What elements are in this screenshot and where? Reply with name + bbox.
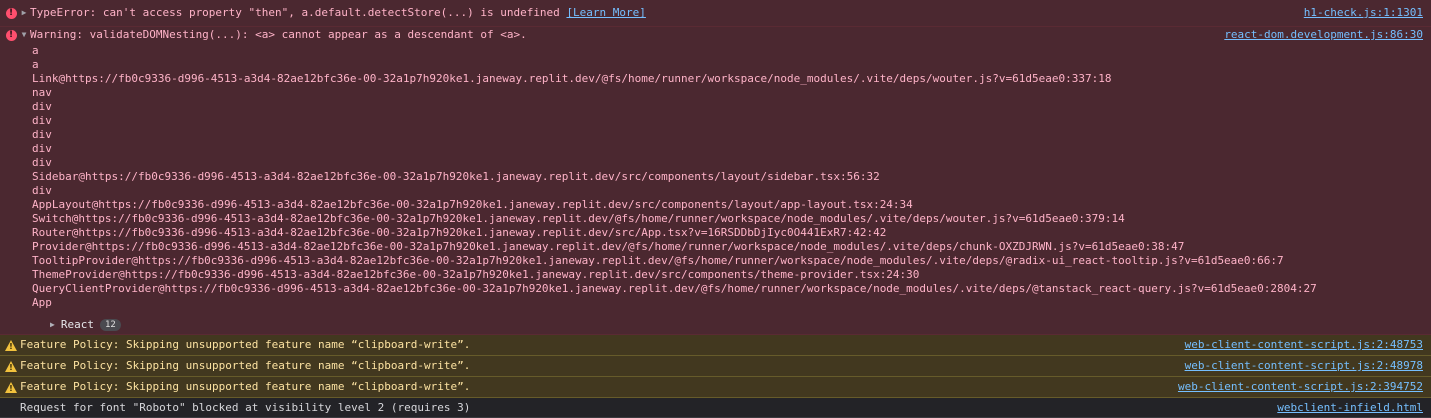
expand-triangle-icon[interactable]: ▶ [18,6,30,20]
stack-frame: a [32,58,39,71]
source-link[interactable]: web-client-content-script.js:2:48753 [1185,338,1423,352]
warning-triangle-icon: ! [4,338,18,352]
message-text: Warning: validateDOMNesting(...): <a> ca… [30,28,527,41]
stack-frame: div [32,184,52,197]
stack-frame: ThemeProvider@https://fb0c9336-d996-4513… [32,268,920,281]
console-message-log[interactable]: Request for font "Roboto" blocked at vis… [0,398,1431,418]
warning-triangle-icon: ! [4,380,18,394]
stack-frame: Link@https://fb0c9336-d996-4513-a3d4-82a… [32,72,1112,85]
message-text: Feature Policy: Skipping unsupported fea… [20,359,471,372]
source-link[interactable]: h1-check.js:1:1301 [1304,6,1423,20]
react-group-toggle[interactable]: ▶ React 12 [0,313,1431,336]
source-link[interactable]: webclient-infield.html [1277,401,1423,415]
console-message-error[interactable]: ! ▶ TypeError: can't access property "th… [0,0,1431,27]
collapse-triangle-icon[interactable]: ▼ [18,28,30,42]
error-circle-icon: ! [4,6,18,20]
stack-frame: Router@https://fb0c9336-d996-4513-a3d4-8… [32,226,887,239]
stack-frame: nav [32,86,52,99]
message-text: Request for font "Roboto" blocked at vis… [20,401,471,414]
console-message-error-expanded[interactable]: ! ▼ Warning: validateDOMNesting(...): <a… [0,27,1431,335]
source-link[interactable]: web-client-content-script.js:2:48978 [1185,359,1423,373]
message-text: Feature Policy: Skipping unsupported fea… [20,380,471,393]
stack-frame: AppLayout@https://fb0c9336-d996-4513-a3d… [32,198,913,211]
stack-frame: div [32,114,52,127]
message-text: Feature Policy: Skipping unsupported fea… [20,338,471,351]
source-link[interactable]: react-dom.development.js:86:30 [1224,28,1423,42]
stack-frame: div [32,142,52,155]
stack-frame: div [32,156,52,169]
console-message-warning[interactable]: ! Feature Policy: Skipping unsupported f… [0,335,1431,356]
stack-frame: QueryClientProvider@https://fb0c9336-d99… [32,282,1317,295]
console-message-warning[interactable]: ! Feature Policy: Skipping unsupported f… [0,377,1431,398]
source-link[interactable]: web-client-content-script.js:2:394752 [1178,380,1423,394]
disclosure-triangle-icon[interactable]: ▶ [50,318,55,332]
error-circle-icon: ! [4,28,18,42]
stack-frame: Switch@https://fb0c9336-d996-4513-a3d4-8… [32,212,1125,225]
stack-frame: Provider@https://fb0c9336-d996-4513-a3d4… [32,240,1185,253]
stack-frame: div [32,100,52,113]
learn-more-link[interactable]: [Learn More] [566,6,645,19]
group-count-badge: 12 [99,319,121,331]
warning-triangle-icon: ! [4,359,18,373]
stack-frame: Sidebar@https://fb0c9336-d996-4513-a3d4-… [32,170,880,183]
stack-frame: div [32,128,52,141]
message-text: TypeError: can't access property "then",… [30,6,646,19]
group-label: React [60,318,94,331]
console-message-warning[interactable]: ! Feature Policy: Skipping unsupported f… [0,356,1431,377]
stack-frame: TooltipProvider@https://fb0c9336-d996-45… [32,254,1284,267]
component-stack: a a Link@https://fb0c9336-d996-4513-a3d4… [0,44,1431,313]
stack-frame: a [32,44,39,57]
stack-frame: App [32,296,52,309]
